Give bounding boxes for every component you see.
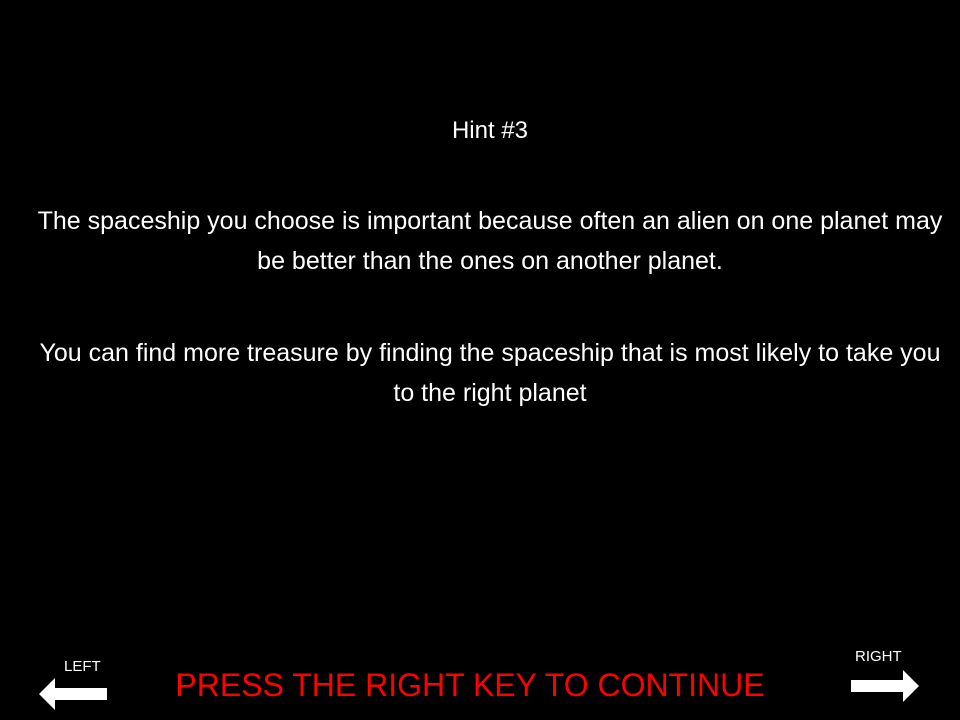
right-arrow-icon[interactable] — [851, 670, 921, 702]
hint-paragraph-2: You can find more treasure by finding th… — [39, 339, 941, 407]
right-key-label: RIGHT — [855, 648, 902, 665]
left-arrow-icon[interactable] — [39, 678, 109, 710]
hint-title: Hint #3 — [451, 117, 529, 144]
hint-paragraph-1: The spaceship you choose is important be… — [37, 207, 943, 275]
continue-prompt: PRESS THE RIGHT KEY TO CONTINUE — [175, 667, 765, 703]
left-key-label: LEFT — [64, 658, 101, 675]
